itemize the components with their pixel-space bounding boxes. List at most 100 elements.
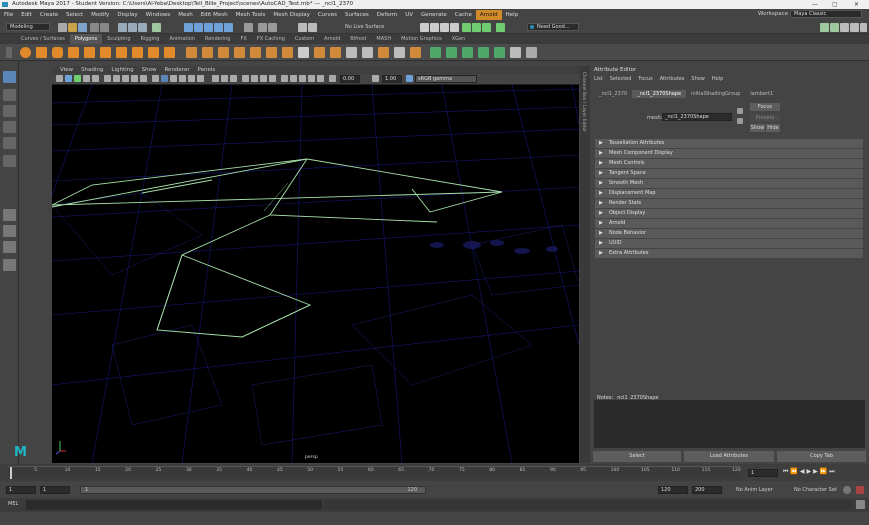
select-tool-icon[interactable] [3, 71, 16, 83]
render-view-icon[interactable] [420, 23, 429, 32]
paint-select-tool-icon[interactable] [3, 105, 16, 117]
bridge-icon[interactable] [314, 47, 325, 58]
poly-cone-icon[interactable] [68, 47, 79, 58]
ae-menu-focus[interactable]: Focus [638, 76, 659, 82]
snap-grid-icon[interactable] [184, 23, 193, 32]
single-perspective-layout-icon[interactable] [3, 209, 16, 221]
shelf-tab-polygons[interactable]: Polygons [69, 34, 103, 44]
image-plane-icon[interactable] [83, 75, 90, 82]
quad-draw-icon[interactable] [378, 47, 389, 58]
delete-edge-icon[interactable] [410, 47, 421, 58]
four-view-layout-icon[interactable] [3, 225, 16, 237]
shelf-tab-rendering[interactable]: Rendering [200, 34, 236, 44]
go-to-end-icon[interactable]: ⏭ [829, 468, 836, 475]
extract-icon[interactable] [266, 47, 277, 58]
colorspace-dropdown[interactable]: sRGB gamma [415, 75, 477, 83]
section-object-display[interactable]: ▶ Object Display [595, 209, 863, 218]
exposure-icon[interactable] [329, 75, 336, 82]
modeling-toolkit-icon[interactable] [820, 23, 829, 32]
camera-attributes-icon[interactable] [65, 75, 72, 82]
mel-label[interactable]: MEL [8, 501, 18, 507]
step-forward-frame-icon[interactable]: ▶ [813, 468, 820, 475]
open-scene-icon[interactable] [68, 23, 77, 32]
two-sided-lighting-icon[interactable] [308, 75, 315, 82]
textured-icon[interactable] [179, 75, 186, 82]
mesh-name-field[interactable]: _ncl1_2370Shape [662, 113, 732, 121]
section-node-behavior[interactable]: ▶ Node Behavior [595, 229, 863, 238]
panel-menu-show[interactable]: Show [138, 66, 161, 74]
shelf-tab-fx[interactable]: FX [236, 34, 252, 44]
poly-sphere-icon[interactable] [20, 47, 31, 58]
notes-textarea[interactable] [594, 400, 865, 448]
shelf-tab-bifrost[interactable]: Bifrost [345, 34, 371, 44]
maximize-button[interactable]: ▢ [832, 0, 838, 9]
ae-menu-attributes[interactable]: Attributes [660, 76, 692, 82]
snap-surface-icon[interactable] [224, 23, 233, 32]
cylindrical-map-icon[interactable] [462, 47, 473, 58]
scale-tool-icon[interactable] [3, 155, 16, 167]
current-frame-field[interactable]: 1 [748, 469, 778, 477]
resolution-gate-icon[interactable] [113, 75, 120, 82]
show-button[interactable]: Show [750, 124, 765, 132]
select-hierarchy-icon[interactable] [118, 23, 127, 32]
snap-point-icon[interactable] [204, 23, 213, 32]
merge-icon[interactable] [394, 47, 405, 58]
close-button[interactable]: ✕ [854, 0, 859, 9]
spherical-map-icon[interactable] [478, 47, 489, 58]
section-displacement-map[interactable]: ▶ Displacement Map [595, 189, 863, 198]
section-uuid[interactable]: ▶ UUID [595, 239, 863, 248]
view-transform-icon[interactable] [406, 75, 413, 82]
animation-start-field[interactable]: 1 [6, 486, 36, 494]
xray-icon[interactable] [212, 75, 219, 82]
gate-mask-icon[interactable] [122, 75, 129, 82]
shelf-tab-fx-caching[interactable]: FX Caching [252, 34, 290, 44]
ae-tab-transform[interactable]: _ncl1_2370 [594, 90, 632, 98]
character-set-dropdown[interactable]: No Character Set [794, 487, 837, 493]
undo-icon[interactable] [90, 23, 99, 32]
poly-type-icon[interactable] [148, 47, 159, 58]
poly-platonic-icon[interactable] [132, 47, 143, 58]
character-controls-icon[interactable] [830, 23, 839, 32]
ipr-render-icon[interactable] [440, 23, 449, 32]
checker-icon[interactable] [510, 47, 521, 58]
section-extra-attributes[interactable]: ▶ Extra Attributes [595, 249, 863, 258]
shelf-menu-icon[interactable] [6, 47, 12, 58]
copy-tab-button[interactable]: Copy Tab [777, 451, 866, 462]
poly-cylinder-icon[interactable] [52, 47, 63, 58]
planar-map-icon[interactable] [446, 47, 457, 58]
mirror-icon[interactable] [250, 47, 261, 58]
anti-aliasing-icon[interactable] [260, 75, 267, 82]
backface-culling-icon[interactable] [317, 75, 324, 82]
xray-joints-icon[interactable] [221, 75, 228, 82]
time-slider-track[interactable]: 5 10 15 20 25 30 35 40 45 50 55 60 65 70 75 80 85 90 95 100… [8, 466, 741, 479]
current-time-marker[interactable] [10, 467, 12, 479]
presets-button[interactable]: Presets [750, 114, 780, 122]
panel-menu-view[interactable]: View [56, 66, 77, 74]
motion-blur-icon[interactable] [251, 75, 258, 82]
workspace-dropdown[interactable]: Maya Classic [790, 10, 862, 18]
section-render-stats[interactable]: ▶ Render Stats [595, 199, 863, 208]
playback-end-field[interactable]: 120 [658, 486, 688, 494]
load-input-icon[interactable] [737, 108, 743, 114]
shelf-tab-motion-graphics[interactable]: Motion Graphics [396, 34, 447, 44]
magnet-icon[interactable] [298, 23, 307, 32]
live-surface-label[interactable]: No Live Surface [345, 23, 384, 32]
step-forward-key-icon[interactable]: ⏩ [820, 468, 829, 475]
multi-cut-icon[interactable] [346, 47, 357, 58]
auto-key-icon[interactable] [843, 486, 851, 494]
bevel-icon[interactable] [298, 47, 309, 58]
section-smooth-mesh[interactable]: ▶ Smooth Mesh [595, 179, 863, 188]
selection-mask-icon[interactable] [152, 23, 161, 32]
redo-icon[interactable] [100, 23, 109, 32]
depth-of-field-icon[interactable] [269, 75, 276, 82]
ae-tab-lambert[interactable]: lambert1 [745, 90, 778, 98]
poly-plane-icon[interactable] [100, 47, 111, 58]
playback-start-field[interactable]: 1 [40, 486, 70, 494]
ae-menu-show[interactable]: Show [691, 76, 712, 82]
user-dropdown[interactable]: Need Good... [527, 23, 579, 31]
ae-tab-shading-group[interactable]: initialShadingGroup [686, 90, 745, 98]
poly-cube-icon[interactable] [36, 47, 47, 58]
ae-menu-help[interactable]: Help [712, 76, 730, 82]
frame-all-icon[interactable] [290, 75, 297, 82]
load-attributes-button[interactable]: Load Attributes [684, 451, 774, 462]
